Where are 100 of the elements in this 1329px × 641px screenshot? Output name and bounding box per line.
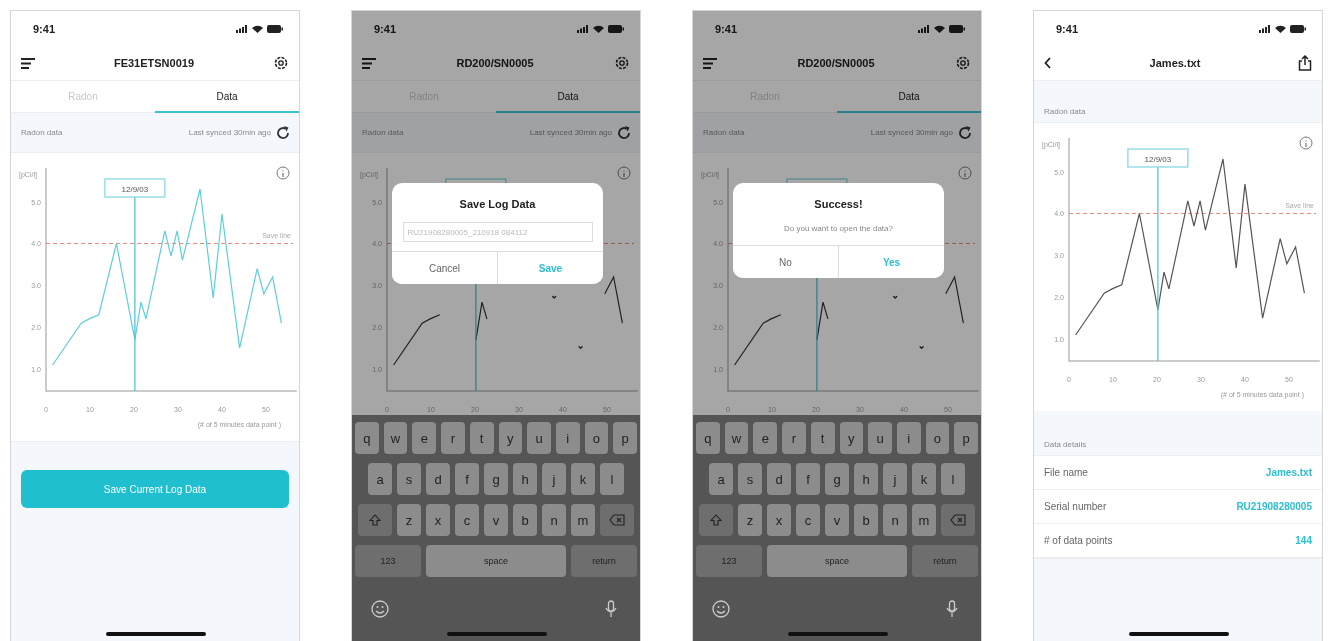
wifi-icon [593,24,604,33]
return-key[interactable]: return [571,545,637,577]
key[interactable]: x [767,504,791,536]
key[interactable]: a [368,463,392,495]
screen-title: FE31ETSN0019 [113,57,195,69]
key[interactable]: t [469,422,494,454]
share-icon[interactable] [1298,55,1312,71]
key[interactable]: w [383,422,408,454]
shift-icon [369,514,381,526]
key[interactable]: y [839,422,864,454]
key[interactable]: b [854,504,878,536]
key[interactable]: n [542,504,566,536]
key[interactable]: k [912,463,936,495]
key[interactable]: m [912,504,936,536]
section-label: Radon data [21,128,63,137]
info-icon[interactable] [958,166,972,180]
shift-icon [710,514,722,526]
key[interactable]: g [484,463,508,495]
refresh-icon[interactable] [275,124,291,141]
key[interactable]: n [883,504,907,536]
key[interactable]: o [925,422,950,454]
space-key[interactable]: space [426,545,566,577]
info-icon[interactable] [276,166,290,180]
key[interactable]: h [513,463,537,495]
battery-icon [608,24,624,33]
key[interactable]: q [696,422,720,454]
key[interactable]: r [782,422,806,454]
key[interactable]: i [555,422,580,454]
info-icon[interactable] [1299,136,1313,150]
refresh-icon[interactable] [957,124,973,141]
input-field[interactable]: RU21908280005_210918 084112 [402,222,593,242]
status-time: 9:41 [33,22,56,35]
number-key[interactable]: 123 [355,545,421,577]
key[interactable]: t [810,422,835,454]
key[interactable]: p [613,422,637,454]
key[interactable]: s [738,463,762,495]
detail-label: Serial number [1044,501,1107,512]
screen-title: RD200/SN0005 [456,57,534,69]
key[interactable]: z [397,504,421,536]
key[interactable]: e [753,422,778,454]
detail-label: # of data points [1044,535,1113,546]
tooltip: 12/9/03 [1127,148,1189,168]
key[interactable]: m [571,504,595,536]
key[interactable]: r [441,422,465,454]
detail-value: RU21908280005 [1236,501,1312,512]
key[interactable]: u [868,422,892,454]
section-label: Data details [1044,440,1087,449]
emoji-icon[interactable] [371,600,389,618]
refresh-icon[interactable] [616,124,632,141]
back-icon[interactable] [1044,57,1052,69]
key[interactable]: s [397,463,421,495]
key[interactable]: i [896,422,921,454]
key[interactable]: y [498,422,523,454]
key[interactable]: h [854,463,878,495]
section-label: Radon data [703,128,745,137]
dialog-title: Success! [814,198,863,210]
section-label: Radon data [1044,107,1086,116]
key[interactable]: z [738,504,762,536]
key[interactable]: g [825,463,849,495]
status-time: 9:41 [374,22,397,35]
wifi-icon [934,24,945,33]
key[interactable]: j [542,463,566,495]
key[interactable]: j [883,463,907,495]
microphone-icon[interactable] [946,600,958,618]
key[interactable]: x [426,504,450,536]
number-key[interactable]: 123 [696,545,762,577]
key[interactable]: b [513,504,537,536]
key[interactable]: c [796,504,820,536]
key[interactable]: v [825,504,849,536]
menu-icon[interactable] [21,57,35,69]
settings-icon[interactable] [273,55,289,71]
key[interactable]: d [767,463,791,495]
settings-icon[interactable] [614,55,630,71]
space-key[interactable]: space [767,545,907,577]
key[interactable]: c [455,504,479,536]
key[interactable]: p [954,422,978,454]
key[interactable]: l [600,463,624,495]
delete-icon [950,514,966,526]
emoji-icon[interactable] [712,600,730,618]
key[interactable]: d [426,463,450,495]
key[interactable]: a [709,463,733,495]
menu-icon[interactable] [362,57,376,69]
settings-icon[interactable] [955,55,971,71]
return-key[interactable]: return [912,545,978,577]
key[interactable]: o [584,422,609,454]
microphone-icon[interactable] [605,600,617,618]
section-label: Radon data [362,128,404,137]
screen-title: RD200/SN0005 [797,57,875,69]
key[interactable]: u [527,422,551,454]
key[interactable]: f [455,463,479,495]
key[interactable]: l [941,463,965,495]
key[interactable]: v [484,504,508,536]
key[interactable]: e [412,422,437,454]
key[interactable]: k [571,463,595,495]
info-icon[interactable] [617,166,631,180]
key[interactable]: q [355,422,379,454]
menu-icon[interactable] [703,57,717,69]
key[interactable]: f [796,463,820,495]
wifi-icon [1275,24,1286,33]
key[interactable]: w [724,422,749,454]
